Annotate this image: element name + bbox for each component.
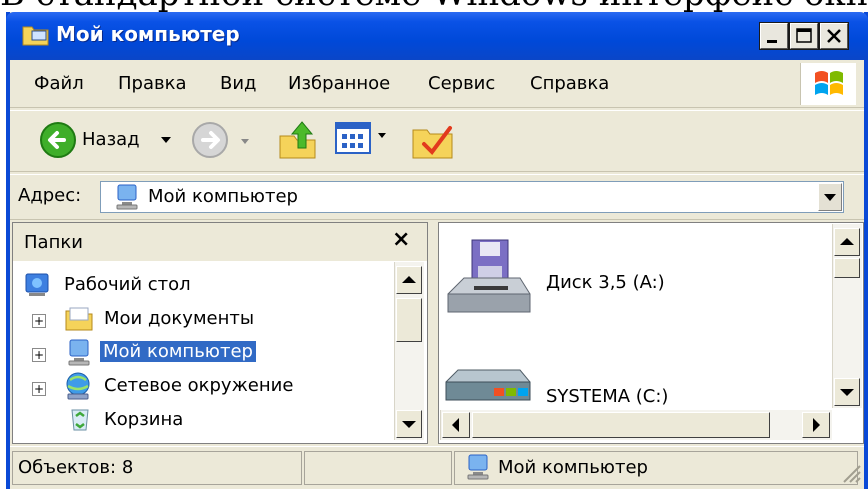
views-dropdown-icon[interactable] xyxy=(377,132,387,139)
hard-drive-icon[interactable] xyxy=(442,364,532,410)
status-location: Мой компьютер xyxy=(498,457,648,478)
up-folder-icon[interactable] xyxy=(276,116,322,160)
computer-icon xyxy=(68,339,90,366)
chevron-down-icon xyxy=(402,421,416,428)
chevron-down-icon xyxy=(824,194,836,201)
minimize-icon xyxy=(767,40,777,43)
folder-sync-icon[interactable] xyxy=(410,118,458,162)
floppy-drive-icon[interactable] xyxy=(444,238,534,328)
menu-help[interactable]: Справка xyxy=(530,73,609,94)
chevron-left-icon xyxy=(452,418,459,432)
forward-arrow-icon[interactable] xyxy=(190,120,230,160)
address-dropdown-button[interactable] xyxy=(818,183,842,211)
folders-title: Папки xyxy=(24,232,83,253)
desktop-icon xyxy=(25,273,49,296)
status-objects: Объектов: 8 xyxy=(18,457,134,478)
maximize-button[interactable] xyxy=(789,22,819,50)
folders-scroll-thumb[interactable] xyxy=(396,298,422,342)
content-vscroll-thumb[interactable] xyxy=(834,258,860,278)
drive-a-label[interactable]: Диск 3,5 (A:) xyxy=(546,272,665,293)
chevron-up-icon xyxy=(840,238,854,245)
network-icon xyxy=(66,372,90,400)
tree-expander[interactable]: + xyxy=(32,314,46,328)
chevron-up-icon xyxy=(402,276,416,283)
views-icon[interactable] xyxy=(334,120,374,156)
content-scroll-left[interactable] xyxy=(442,412,470,438)
folders-scroll-down[interactable] xyxy=(396,410,422,438)
forward-dropdown-icon[interactable] xyxy=(240,138,250,145)
windows-flag-icon xyxy=(815,71,843,95)
content-hscroll-thumb[interactable] xyxy=(472,412,770,438)
resize-grip-icon[interactable] xyxy=(840,462,862,484)
menu-file[interactable]: Файл xyxy=(34,73,84,94)
menu-tools[interactable]: Сервис xyxy=(428,73,495,94)
maximize-icon xyxy=(796,28,812,43)
window-title: Мой компьютер xyxy=(56,22,240,46)
close-button[interactable] xyxy=(819,22,849,50)
computer-icon xyxy=(467,454,489,480)
folder-computer-icon xyxy=(22,26,49,46)
status-blank-cell xyxy=(304,451,452,485)
computer-icon xyxy=(116,184,138,210)
recycle-bin-icon xyxy=(71,409,89,431)
content-scroll-down[interactable] xyxy=(834,378,860,406)
address-label: Адрес: xyxy=(18,185,82,206)
folders-scroll-up[interactable] xyxy=(396,266,422,294)
chevron-right-icon xyxy=(813,418,820,432)
tree-item-network[interactable]: Сетевое окружение xyxy=(104,375,293,396)
back-arrow-icon[interactable] xyxy=(38,120,78,160)
selected-tree-label: Мой компьютер xyxy=(100,341,256,362)
drive-c-label[interactable]: SYSTEMA (C:) xyxy=(546,386,668,407)
folder-icon xyxy=(65,307,93,331)
menu-favorites[interactable]: Избранное xyxy=(288,73,390,94)
tree-expander[interactable]: + xyxy=(32,348,46,362)
menu-view[interactable]: Вид xyxy=(220,73,257,94)
content-scroll-up[interactable] xyxy=(834,228,860,256)
menu-edit[interactable]: Правка xyxy=(118,73,187,94)
content-scroll-right[interactable] xyxy=(802,412,830,438)
tree-item-recycle-bin[interactable]: Корзина xyxy=(104,409,183,430)
address-value: Мой компьютер xyxy=(148,186,298,207)
tree-expander[interactable]: + xyxy=(32,382,46,396)
folders-close-button[interactable]: × xyxy=(392,227,410,252)
tree-item-my-documents[interactable]: Мои документы xyxy=(104,308,254,329)
windows-logo xyxy=(800,63,856,105)
pane-splitter[interactable] xyxy=(430,222,438,444)
minimize-button[interactable] xyxy=(759,22,789,50)
back-dropdown-icon[interactable] xyxy=(160,136,172,144)
back-button-label[interactable]: Назад xyxy=(82,129,140,150)
chevron-down-icon xyxy=(840,389,854,396)
tree-item-desktop[interactable]: Рабочий стол xyxy=(64,274,191,295)
close-icon xyxy=(827,29,841,43)
tree-item-my-computer[interactable]: Мой компьютер xyxy=(100,341,256,362)
